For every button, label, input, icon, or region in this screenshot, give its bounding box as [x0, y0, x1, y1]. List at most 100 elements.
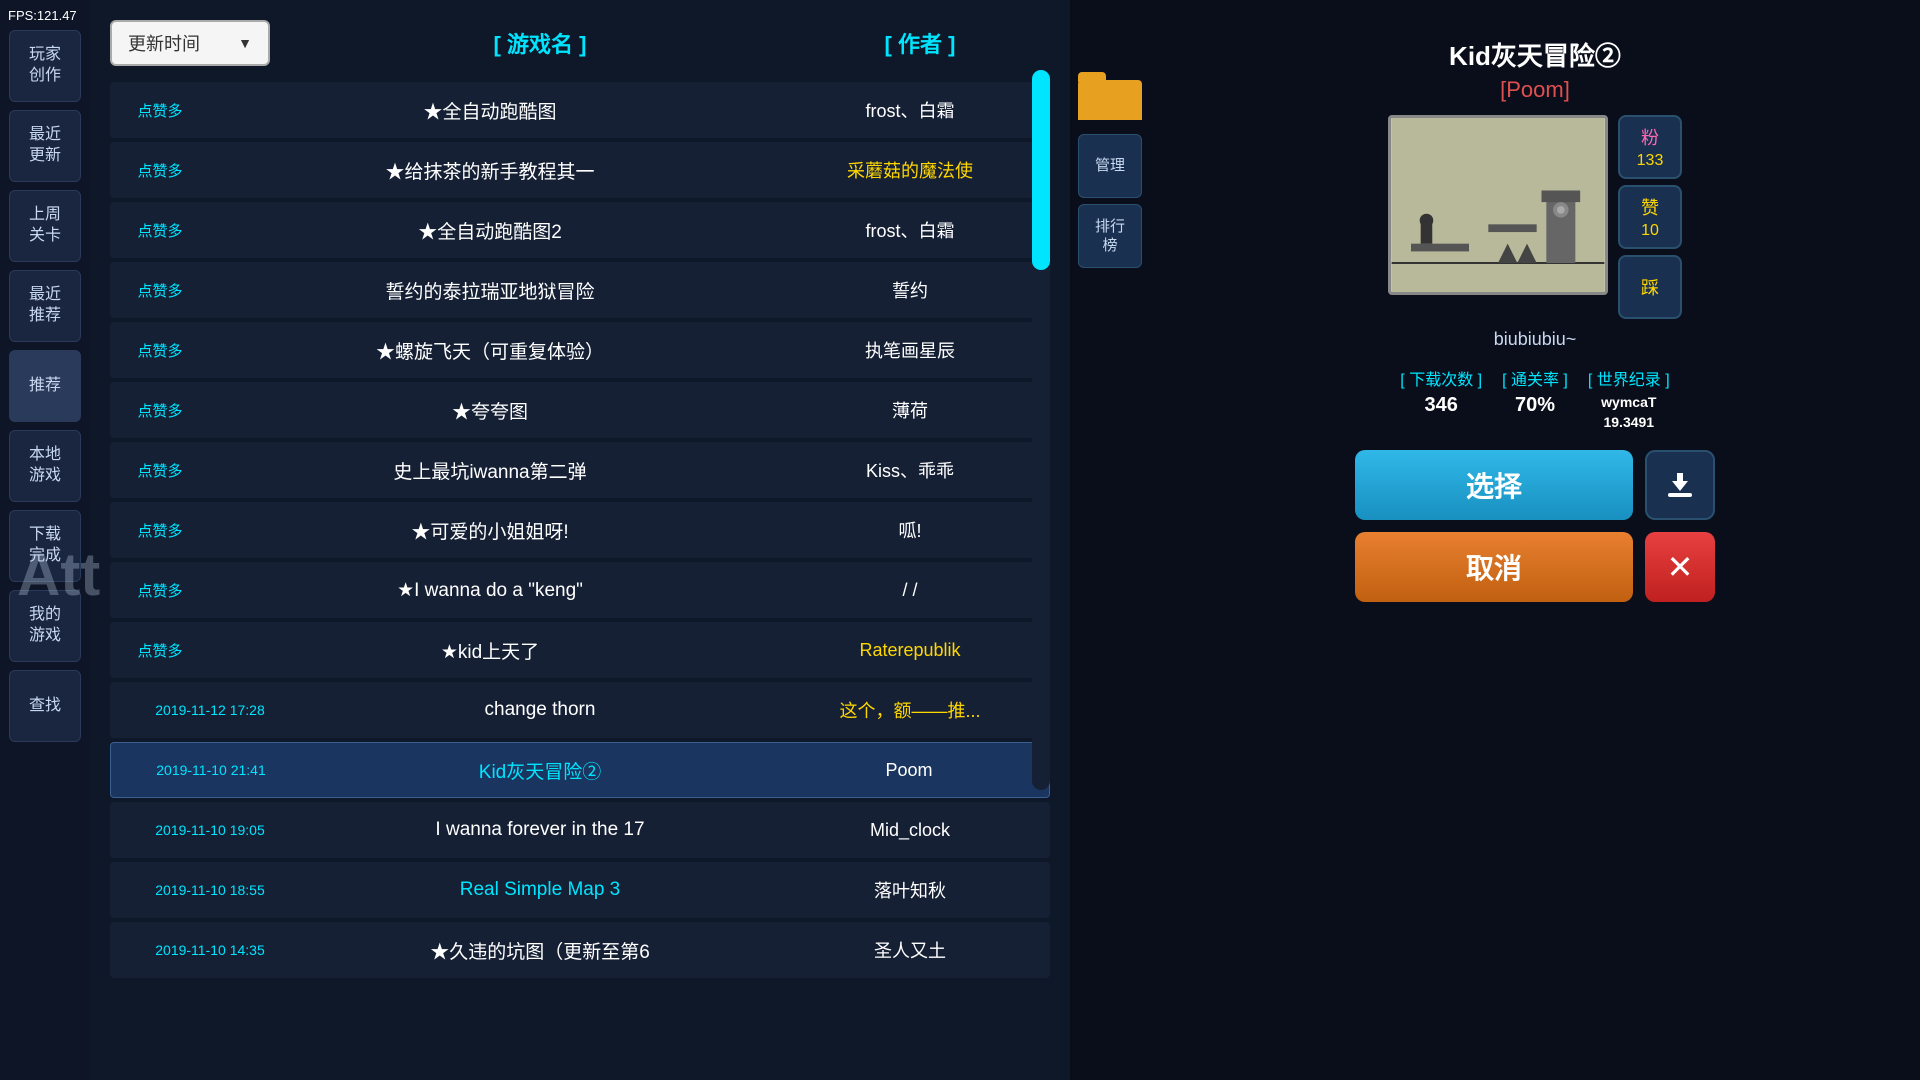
column-headers: [ 游戏名 ] [ 作者 ]	[290, 27, 1050, 59]
game-row-11[interactable]: 2019-11-10 21:41Kid灰天冒险②Poom	[110, 742, 1050, 798]
worldrecord-stat: [ 世界纪录 ] wymcaT 19.3491	[1588, 366, 1670, 430]
game-row-6[interactable]: 点赞多史上最坑iwanna第二弹Kiss、乖乖	[110, 442, 1050, 498]
tread-icon: 踩	[1641, 274, 1659, 300]
row-tag-9: 点赞多	[120, 640, 200, 661]
sort-dropdown[interactable]: 更新时间 ▼	[110, 20, 270, 66]
game-author: [Poom]	[1500, 77, 1570, 103]
worldrecord-label: [ 世界纪录 ]	[1588, 366, 1670, 390]
game-row-5[interactable]: 点赞多★夸夸图薄荷	[110, 382, 1050, 438]
game-row-4[interactable]: 点赞多★螺旋飞天（可重复体验）执笔画星辰	[110, 322, 1050, 378]
tread-btn[interactable]: 踩	[1618, 255, 1682, 319]
pink-btn[interactable]: 粉 133	[1618, 115, 1682, 179]
cancel-row: 取消 ✕	[1355, 532, 1715, 602]
row-author-10: 这个，额——推...	[780, 697, 1040, 723]
row-name-13: Real Simple Map 3	[300, 879, 780, 901]
downloads-label: [ 下载次数 ]	[1400, 366, 1482, 390]
row-author-5: 薄荷	[780, 397, 1040, 423]
col-game-name: [ 游戏名 ]	[290, 27, 790, 59]
game-row-7[interactable]: 点赞多★可爱的小姐姐呀!呱!	[110, 502, 1050, 558]
stats-row: [ 下载次数 ] 346 [ 通关率 ] 70% [ 世界纪录 ] wymcaT…	[1170, 366, 1900, 430]
row-author-0: frost、白霜	[780, 97, 1040, 123]
col-author: [ 作者 ]	[790, 27, 1050, 59]
right-panel: 管理 排行榜 Kid灰天冒险② [Poom]	[1070, 0, 1920, 1080]
row-tag-11: 2019-11-10 21:41	[121, 762, 301, 778]
game-row-1[interactable]: 点赞多★给抹茶的新手教程其一采蘑菇的魔法使	[110, 142, 1050, 198]
game-row-3[interactable]: 点赞多誓约的泰拉瑞亚地狱冒险誓约	[110, 262, 1050, 318]
chevron-down-icon: ▼	[238, 35, 252, 51]
sidebar-item-player-create[interactable]: 玩家创作	[9, 30, 81, 102]
game-row-2[interactable]: 点赞多★全自动跑酷图2frost、白霜	[110, 202, 1050, 258]
row-author-4: 执笔画星辰	[780, 337, 1040, 363]
row-tag-5: 点赞多	[120, 400, 200, 421]
row-name-0: ★全自动跑酷图	[200, 97, 780, 124]
row-name-7: ★可爱的小姐姐呀!	[200, 517, 780, 544]
clearrate-stat: [ 通关率 ] 70%	[1502, 366, 1568, 430]
row-tag-13: 2019-11-10 18:55	[120, 882, 300, 898]
row-tag-7: 点赞多	[120, 520, 200, 541]
game-row-0[interactable]: 点赞多★全自动跑酷图frost、白霜	[110, 82, 1050, 138]
sidebar-item-recommend[interactable]: 推荐	[9, 350, 81, 422]
game-desc: biubiubiu~	[1494, 329, 1577, 350]
sidebar-item-weekly-clear[interactable]: 上周关卡	[9, 190, 81, 262]
close-icon: ✕	[1667, 548, 1694, 586]
pink-icon: 粉	[1641, 124, 1659, 150]
game-row-12[interactable]: 2019-11-10 19:05I wanna forever in the 1…	[110, 802, 1050, 858]
row-name-11: Kid灰天冒险②	[301, 757, 779, 784]
downloads-value: 346	[1425, 394, 1458, 417]
att-label: Att	[17, 540, 100, 609]
game-row-14[interactable]: 2019-11-10 14:35★久违的坑图（更新至第6圣人又土	[110, 922, 1050, 978]
zan-count: 10	[1641, 222, 1659, 240]
game-row-10[interactable]: 2019-11-12 17:28change thorn这个，额——推...	[110, 682, 1050, 738]
sidebar-item-local-game[interactable]: 本地游戏	[9, 430, 81, 502]
sort-label: 更新时间	[128, 30, 200, 56]
row-name-4: ★螺旋飞天（可重复体验）	[200, 337, 780, 364]
close-button[interactable]: ✕	[1645, 532, 1715, 602]
row-author-12: Mid_clock	[780, 820, 1040, 841]
bottom-buttons: 选择 取消 ✕	[1355, 450, 1715, 602]
row-tag-14: 2019-11-10 14:35	[120, 942, 300, 958]
sidebar-item-find[interactable]: 查找	[9, 670, 81, 742]
select-button[interactable]: 选择	[1355, 450, 1633, 520]
row-author-9: Raterepublik	[780, 640, 1040, 661]
header-row: 更新时间 ▼ [ 游戏名 ] [ 作者 ]	[110, 20, 1050, 66]
zan-icon: 赞	[1641, 194, 1659, 220]
downloads-stat: [ 下载次数 ] 346	[1400, 366, 1482, 430]
row-tag-3: 点赞多	[120, 280, 200, 301]
clearrate-label: [ 通关率 ]	[1502, 366, 1568, 390]
download-icon	[1664, 469, 1696, 501]
row-name-14: ★久违的坑图（更新至第6	[300, 937, 780, 964]
download-button[interactable]	[1645, 450, 1715, 520]
right-icons: 管理 排行榜	[1070, 0, 1150, 1080]
worldrecord-time: 19.3491	[1603, 414, 1654, 430]
row-tag-10: 2019-11-12 17:28	[120, 702, 300, 718]
game-row-13[interactable]: 2019-11-10 18:55Real Simple Map 3落叶知秋	[110, 862, 1050, 918]
row-name-6: 史上最坑iwanna第二弹	[200, 457, 780, 484]
select-row: 选择	[1355, 450, 1715, 520]
game-list: 点赞多★全自动跑酷图frost、白霜点赞多★给抹茶的新手教程其一采蘑菇的魔法使点…	[110, 82, 1050, 1022]
game-row-8[interactable]: 点赞多★I wanna do a "keng"/ /	[110, 562, 1050, 618]
row-tag-4: 点赞多	[120, 340, 200, 361]
cancel-button[interactable]: 取消	[1355, 532, 1633, 602]
row-tag-2: 点赞多	[120, 220, 200, 241]
game-row-9[interactable]: 点赞多★kid上天了Raterepublik	[110, 622, 1050, 678]
row-name-12: I wanna forever in the 17	[300, 819, 780, 841]
scrollbar-thumb[interactable]	[1032, 70, 1050, 270]
fps-counter: FPS:121.47	[8, 8, 77, 23]
manage-btn[interactable]: 管理	[1078, 134, 1142, 198]
row-tag-1: 点赞多	[120, 160, 200, 181]
game-title: Kid灰天冒险②	[1449, 36, 1621, 73]
ranking-btn[interactable]: 排行榜	[1078, 204, 1142, 268]
pink-count: 133	[1637, 152, 1664, 170]
row-name-1: ★给抹茶的新手教程其一	[200, 157, 780, 184]
sidebar-item-recent-recommend[interactable]: 最近推荐	[9, 270, 81, 342]
row-tag-0: 点赞多	[120, 100, 200, 121]
row-author-2: frost、白霜	[780, 217, 1040, 243]
row-author-7: 呱!	[780, 517, 1040, 543]
row-name-9: ★kid上天了	[200, 637, 780, 664]
clearrate-value: 70%	[1515, 394, 1555, 417]
row-author-11: Poom	[779, 760, 1039, 781]
zan-btn[interactable]: 赞 10	[1618, 185, 1682, 249]
scrollbar[interactable]	[1032, 70, 1050, 790]
sidebar-item-recent-update[interactable]: 最近更新	[9, 110, 81, 182]
row-author-6: Kiss、乖乖	[780, 457, 1040, 483]
